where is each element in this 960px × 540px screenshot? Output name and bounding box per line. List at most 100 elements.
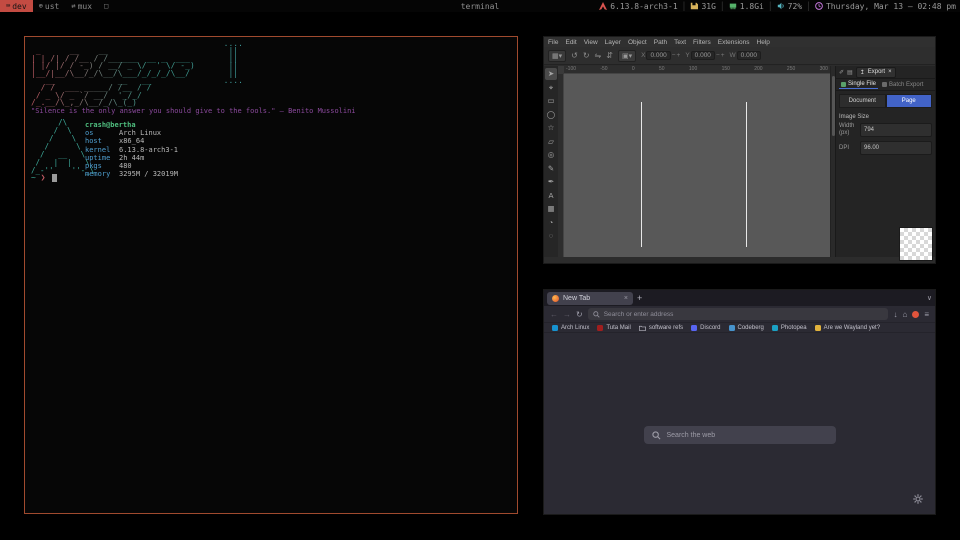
bbox-mode-dropdown[interactable]: ▣▾ [618, 50, 636, 62]
menu-filters[interactable]: Filters [693, 39, 711, 46]
minus-stepper[interactable]: − [672, 52, 676, 59]
folder-icon [639, 325, 646, 331]
bookmark-folder-software-refs[interactable]: software refs [639, 325, 683, 331]
shell-prompt[interactable]: ~ ❯ [31, 173, 57, 182]
menu-file[interactable]: File [548, 39, 558, 46]
wrench-icon[interactable]: ✐ [839, 69, 844, 76]
bookmark-codeberg[interactable]: Codeberg [729, 325, 764, 331]
x-coordinate-field[interactable]: X 0.000 − + [641, 51, 680, 60]
width-label: Width (px) [839, 123, 857, 137]
bookmark-tuta-mail[interactable]: Tuta Mail [597, 325, 630, 331]
width-field[interactable]: W 0.000 [730, 51, 761, 60]
menu-help[interactable]: Help [757, 39, 770, 46]
selector-tool[interactable]: ➤ [545, 68, 557, 80]
extension-icon-red[interactable] [912, 311, 919, 318]
inkscape-main-area: ➤ ⌖ ▭ ◯ ☆ ▱ ◎ ✎ ✒ A ▦ ◔ ◌ -100 -50 0 50 … [544, 66, 935, 257]
menu-path[interactable]: Path [654, 39, 667, 46]
rotate-cw-icon[interactable]: ↻ [583, 51, 590, 60]
url-bar[interactable]: Search or enter address [588, 308, 889, 320]
menu-layer[interactable]: Layer [605, 39, 621, 46]
back-button[interactable]: ← [550, 310, 558, 319]
tool-options-bar: ▦▾ ↺ ↻ ⇋ ⇵ ▣▾ X 0.000 − + Y 0.000 − + W … [544, 47, 935, 65]
web-search-box[interactable]: Search the web [644, 426, 836, 444]
menu-object[interactable]: Object [628, 39, 647, 46]
canvas-area[interactable]: -100 -50 0 50 100 150 200 250 300 [558, 66, 830, 257]
new-tab-button[interactable]: + [637, 293, 642, 303]
menu-text[interactable]: Text [674, 39, 686, 46]
prompt-path: ~ [31, 173, 36, 182]
close-icon[interactable]: × [888, 69, 892, 75]
home-icon[interactable]: ⌂ [902, 310, 907, 319]
fetch-row-uptime: uptime 2h 44m [85, 154, 178, 162]
fetch-value: x86_64 [119, 137, 144, 145]
flip-vertical-icon[interactable]: ⇵ [606, 51, 613, 60]
plus-stepper[interactable]: + [677, 52, 681, 59]
pencil-tool[interactable]: ✎ [545, 163, 557, 175]
single-file-tab[interactable]: Single File [839, 80, 878, 89]
y-label: Y [685, 52, 689, 59]
y-value[interactable]: 0.000 [691, 51, 715, 60]
tab-close-icon[interactable]: × [624, 295, 628, 302]
inkscape-window[interactable]: File Edit View Layer Object Path Text Fi… [543, 36, 936, 264]
rotate-ccw-icon[interactable]: ↺ [571, 51, 578, 60]
ellipse-tool[interactable]: ◯ [545, 109, 557, 121]
batch-export-tab[interactable]: Batch Export [880, 81, 925, 89]
export-dpi-input[interactable]: 96.00 [860, 141, 932, 155]
single-file-icon [841, 82, 846, 87]
ruler-tick-label: 300 [820, 66, 828, 72]
gradient-tool[interactable]: ▦ [545, 203, 557, 215]
bookmark-arch-linux[interactable]: Arch Linux [552, 325, 589, 331]
browser-tab-bar: New Tab × + ∨ [544, 290, 935, 306]
box3d-tool[interactable]: ▱ [545, 136, 557, 148]
terminal-window[interactable]: .... _ __ __ || | | /| / /__ / /______ _… [24, 36, 518, 514]
w-value[interactable]: 0.000 [737, 51, 761, 60]
forward-button[interactable]: → [563, 310, 571, 319]
zoom-tool[interactable]: ◌ [545, 230, 557, 242]
menu-edit[interactable]: Edit [565, 39, 576, 46]
horizontal-ruler: -100 -50 0 50 100 150 200 250 300 [564, 66, 830, 74]
flip-horizontal-icon[interactable]: ⇋ [595, 51, 602, 60]
fetch-label: os [85, 129, 119, 137]
layers-icon[interactable]: ▤ [847, 69, 853, 76]
image-size-label: Image Size [836, 111, 935, 121]
node-tool[interactable]: ⌖ [545, 82, 557, 94]
menu-hamburger-icon[interactable]: ≡ [924, 310, 929, 319]
disk-icon [690, 2, 698, 10]
canvas-vertical-scrollbar[interactable] [830, 66, 835, 257]
fetch-label: host [85, 137, 119, 145]
bookmark-discord[interactable]: Discord [691, 325, 720, 331]
dropper-tool[interactable]: ◔ [545, 217, 557, 229]
reload-button[interactable]: ↻ [576, 310, 583, 319]
rect-tool[interactable]: ▭ [545, 95, 557, 107]
list-all-tabs-icon[interactable]: ∨ [927, 294, 932, 302]
ruler-tick-label: 150 [722, 66, 730, 72]
text-tool[interactable]: A [545, 190, 557, 202]
bookmark-are-we-wayland-yet[interactable]: Are we Wayland yet? [815, 325, 880, 331]
export-width-input[interactable]: 794 [860, 123, 932, 137]
browser-tab-new-tab[interactable]: New Tab × [547, 292, 633, 305]
downloads-icon[interactable]: ↓ [893, 310, 897, 319]
selection-mode-dropdown[interactable]: ▦▾ [548, 50, 566, 62]
toolbox: ➤ ⌖ ▭ ◯ ☆ ▱ ◎ ✎ ✒ A ▦ ◔ ◌ [544, 66, 558, 257]
spiral-tool[interactable]: ◎ [545, 149, 557, 161]
menu-extensions[interactable]: Extensions [718, 39, 750, 46]
document-button[interactable]: Document [839, 94, 886, 108]
canvas[interactable] [564, 74, 830, 257]
pen-tool[interactable]: ✒ [545, 176, 557, 188]
scrollbar-thumb[interactable] [832, 76, 835, 136]
bookmark-photopea[interactable]: Photopea [772, 325, 807, 331]
export-tab-label: Export [868, 69, 885, 75]
y-coordinate-field[interactable]: Y 0.000 − + [685, 51, 724, 60]
export-area-segments: Document Page [836, 91, 935, 111]
x-value[interactable]: 0.000 [646, 51, 670, 60]
menu-view[interactable]: View [584, 39, 598, 46]
fetch-row-pkgs: pkgs 480 [85, 162, 178, 170]
browser-window[interactable]: New Tab × + ∨ ← → ↻ Search or enter addr… [543, 289, 936, 515]
star-tool[interactable]: ☆ [545, 122, 557, 134]
plus-stepper[interactable]: + [721, 52, 725, 59]
clock-module: Thursday, Mar 13 — 02:48 pm [815, 2, 956, 11]
export-dialog-tab[interactable]: ↥ Export × [856, 67, 896, 78]
minus-stepper[interactable]: − [716, 52, 720, 59]
page-button[interactable]: Page [886, 94, 933, 108]
page-settings-gear-icon[interactable] [913, 494, 923, 504]
